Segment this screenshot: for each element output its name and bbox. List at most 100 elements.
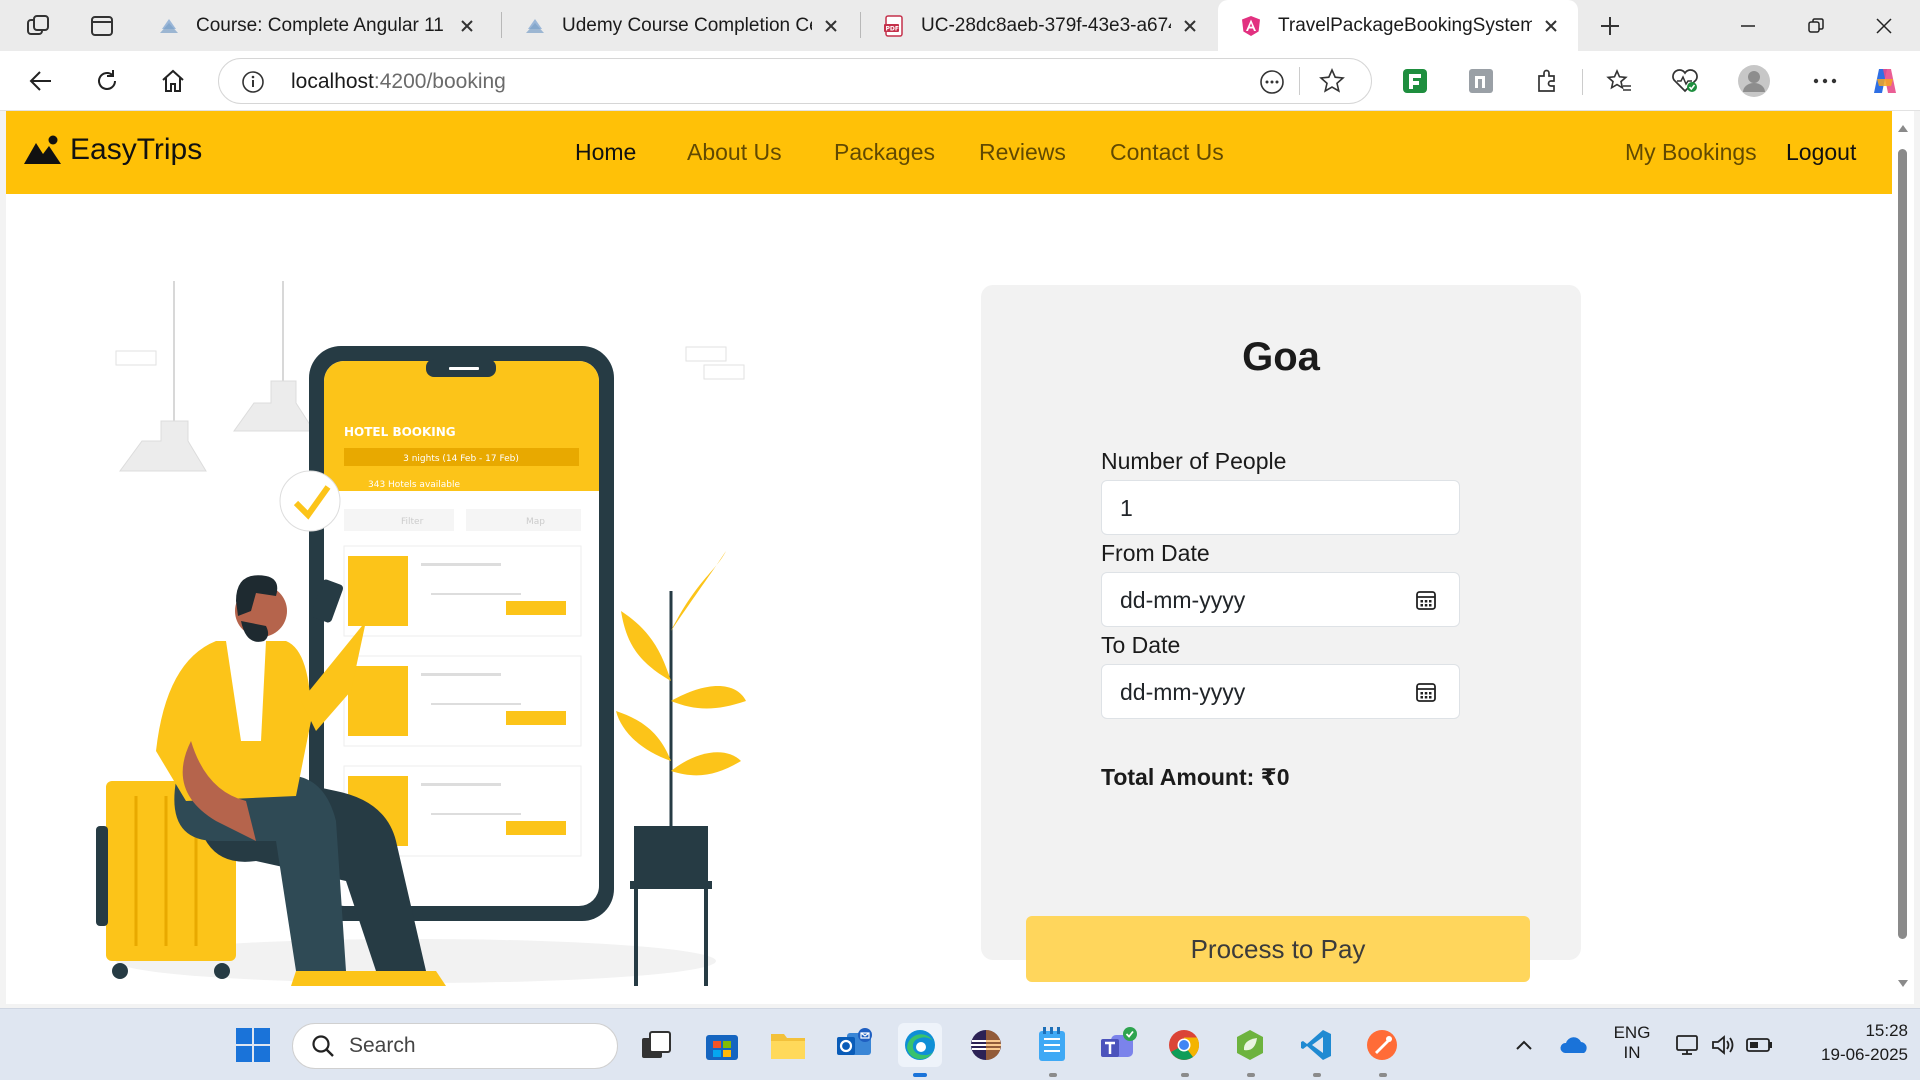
profile-avatar[interactable] <box>1733 60 1775 102</box>
tab-pdf-certificate[interactable]: PDF UC-28dc8aeb-379f-43e3-a674-c5 <box>861 0 1217 51</box>
pdf-tab-icon: PDF <box>884 14 903 37</box>
hotel-booking-illustration: HOTEL BOOKING 3 nights (14 Feb - 17 Feb)… <box>96 281 746 986</box>
extension-n-icon[interactable] <box>1460 60 1502 102</box>
browser-toolbar: localhost:4200/booking <box>0 51 1920 111</box>
favorites-icon[interactable] <box>1598 60 1640 102</box>
close-window-icon[interactable] <box>1854 0 1914 51</box>
show-hidden-icons-chevron[interactable] <box>1502 1023 1546 1067</box>
address-bar[interactable]: localhost:4200/booking <box>218 58 1372 104</box>
eclipse-icon[interactable] <box>964 1023 1008 1067</box>
tab-travel-booking[interactable]: TravelPackageBookingSystem <box>1218 0 1578 51</box>
home-icon[interactable] <box>152 60 194 102</box>
notepad-icon[interactable] <box>1030 1023 1074 1067</box>
process-to-pay-button[interactable]: Process to Pay <box>1026 916 1530 982</box>
browser-tab-strip: Course: Complete Angular 11 - Ul Udemy C… <box>0 0 1920 51</box>
taskbar-search[interactable]: Search <box>292 1023 618 1069</box>
favorite-star-icon[interactable] <box>1319 68 1345 94</box>
extension-green-icon[interactable] <box>1394 60 1436 102</box>
illustration-dates: 3 nights (14 Feb - 17 Feb) <box>403 454 519 464</box>
copilot-icon[interactable] <box>1864 60 1906 102</box>
language-code: ENG <box>1613 1023 1651 1042</box>
calendar-icon[interactable] <box>1415 589 1437 611</box>
nav-contact-us[interactable]: Contact Us <box>1110 139 1224 166</box>
date: 19-06-2025 <box>1821 1045 1908 1064</box>
edge-browser-icon[interactable] <box>898 1023 942 1067</box>
clock[interactable]: 15:28 19-06-2025 <box>1780 1021 1908 1065</box>
nav-my-bookings[interactable]: My Bookings <box>1625 139 1757 166</box>
tab-angular-course[interactable]: Course: Complete Angular 11 - Ul <box>136 0 494 51</box>
onedrive-icon[interactable] <box>1552 1023 1596 1067</box>
to-date-input[interactable]: dd-mm-yyyy <box>1101 664 1460 719</box>
chrome-icon[interactable] <box>1162 1023 1206 1067</box>
tab-title: Course: Complete Angular 11 - Ul <box>196 14 448 36</box>
battery-icon[interactable] <box>1738 1023 1782 1067</box>
tab-title: TravelPackageBookingSystem <box>1278 14 1532 36</box>
site-navbar: EasyTrips Home About Us Packages Reviews… <box>6 111 1892 194</box>
close-tab-icon[interactable] <box>1542 17 1560 35</box>
search-label: Search <box>349 1034 416 1057</box>
people-input[interactable]: 1 <box>1101 480 1460 535</box>
vscode-icon[interactable] <box>1294 1023 1338 1067</box>
nav-packages[interactable]: Packages <box>834 139 935 166</box>
url-host: localhost <box>291 70 374 93</box>
total-amount: Total Amount: ₹0 <box>1101 764 1290 790</box>
page-viewport: EasyTrips Home About Us Packages Reviews… <box>6 111 1892 1004</box>
windows-taskbar: Search ENG IN 15:28 19-06-2025 <box>0 1008 1920 1080</box>
outlook-icon[interactable] <box>832 1023 876 1067</box>
minimize-icon[interactable] <box>1718 0 1778 51</box>
mountain-icon <box>24 135 61 164</box>
from-date-label: From Date <box>1101 540 1210 566</box>
refresh-icon[interactable] <box>86 60 128 102</box>
svg-text:PDF: PDF <box>886 25 899 32</box>
nav-reviews[interactable]: Reviews <box>979 139 1066 166</box>
settings-more-icon[interactable] <box>1804 60 1846 102</box>
browser-essentials-icon[interactable] <box>1664 60 1706 102</box>
close-tab-icon[interactable] <box>1181 17 1199 35</box>
brand-logo[interactable]: EasyTrips <box>24 133 202 167</box>
time: 15:28 <box>1865 1021 1908 1040</box>
nav-home[interactable]: Home <box>575 139 636 166</box>
calendar-icon[interactable] <box>1415 681 1437 703</box>
illustration-hotels: 343 Hotels available <box>368 480 461 490</box>
brand-name: EasyTrips <box>70 133 203 166</box>
task-view-icon[interactable] <box>634 1023 678 1067</box>
language-indicator[interactable]: ENG IN <box>1600 1023 1664 1063</box>
destination-title: Goa <box>1242 335 1320 379</box>
new-tab-icon[interactable] <box>1586 6 1634 46</box>
postman-icon[interactable] <box>1360 1023 1404 1067</box>
spring-tools-icon[interactable] <box>1228 1023 1272 1067</box>
close-tab-icon[interactable] <box>458 17 476 35</box>
from-date-value: dd-mm-yyyy <box>1120 587 1246 613</box>
page-scrollbar[interactable] <box>1892 111 1914 1004</box>
restore-icon[interactable] <box>1786 0 1846 51</box>
teams-icon[interactable] <box>1096 1023 1140 1067</box>
read-aloud-icon[interactable] <box>1259 69 1285 95</box>
site-info-icon[interactable] <box>241 70 265 94</box>
url-path: :4200/booking <box>373 70 506 93</box>
tab-title: Udemy Course Completion Certific <box>562 14 812 36</box>
region-code: IN <box>1623 1043 1641 1062</box>
search-icon <box>312 1035 334 1057</box>
tab-actions-icon[interactable] <box>78 6 126 46</box>
extensions-puzzle-icon[interactable] <box>1526 60 1568 102</box>
nav-logout[interactable]: Logout <box>1786 139 1856 166</box>
people-value: 1 <box>1120 495 1133 521</box>
nav-about-us[interactable]: About Us <box>687 139 782 166</box>
back-icon[interactable] <box>20 60 62 102</box>
from-date-input[interactable]: dd-mm-yyyy <box>1101 572 1460 627</box>
microsoft-store-icon[interactable] <box>700 1023 744 1067</box>
windows-start-icon[interactable] <box>231 1023 275 1067</box>
udemy-tab-icon <box>526 18 544 33</box>
url-text: localhost:4200/booking <box>291 70 506 94</box>
illustration-header: HOTEL BOOKING <box>344 425 456 439</box>
tab-title: UC-28dc8aeb-379f-43e3-a674-c5 <box>921 14 1171 36</box>
tab-udemy-certificate[interactable]: Udemy Course Completion Certific <box>502 0 858 51</box>
workspaces-icon[interactable] <box>14 6 62 46</box>
close-tab-icon[interactable] <box>822 17 840 35</box>
angular-tab-icon <box>1242 15 1260 36</box>
scroll-up-icon[interactable] <box>1897 123 1909 133</box>
file-explorer-icon[interactable] <box>766 1023 810 1067</box>
illustration-filter: Filter <box>401 517 424 527</box>
scrollbar-thumb[interactable] <box>1898 149 1907 939</box>
scroll-down-icon[interactable] <box>1897 979 1909 989</box>
